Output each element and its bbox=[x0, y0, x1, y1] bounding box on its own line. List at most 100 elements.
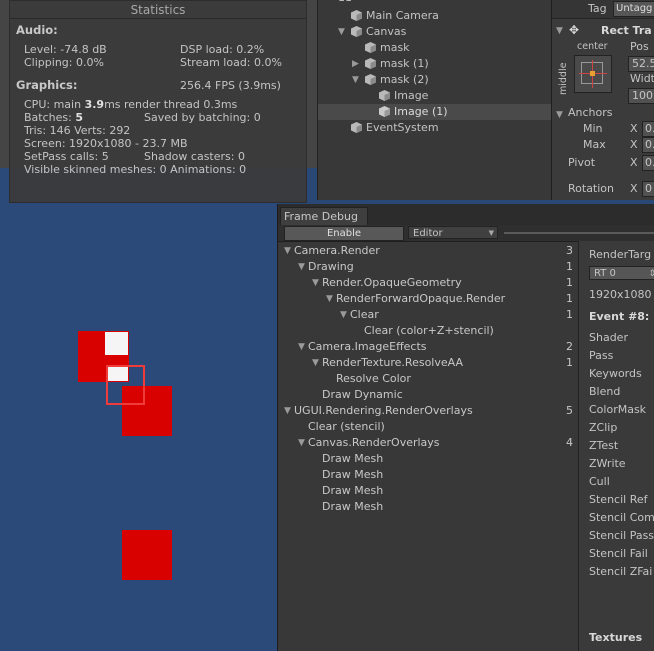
enable-button[interactable]: Enable bbox=[284, 226, 404, 241]
tree-item-count: 3 bbox=[566, 244, 573, 257]
tree-item-label: RenderTexture.ResolveAA bbox=[322, 356, 463, 369]
hierarchy-item-canvas[interactable]: ▼ Canvas bbox=[318, 24, 551, 40]
tree-item[interactable]: Draw Mesh bbox=[278, 483, 578, 499]
prop-stencil-comp: Stencil Com bbox=[589, 511, 654, 524]
textures-header: Textures bbox=[589, 631, 643, 644]
tag-label: Tag bbox=[588, 2, 607, 15]
audio-clipping: Clipping: 0.0% bbox=[24, 56, 104, 69]
pivot-x-field[interactable]: 0. bbox=[642, 155, 654, 171]
rotation-label: Rotation bbox=[568, 182, 615, 195]
gameobject-cube-icon bbox=[351, 26, 362, 37]
tree-item[interactable]: ▼ Render.OpaqueGeometry 1 bbox=[278, 275, 578, 291]
tree-item[interactable]: ▼ Clear 1 bbox=[278, 307, 578, 323]
rotation-x-field[interactable]: 0 bbox=[642, 181, 654, 197]
width-field[interactable]: 100 bbox=[628, 88, 654, 104]
tree-item-count: 1 bbox=[566, 276, 573, 289]
target-dropdown[interactable]: Editor ▼ bbox=[408, 226, 498, 239]
event-details-panel: RenderTarg RT 0 ⇕ 1920x1080 Event #8: Sh… bbox=[578, 241, 654, 651]
tree-item-label: Render.OpaqueGeometry bbox=[322, 276, 462, 289]
foldout-expanded-icon[interactable]: ▼ bbox=[298, 259, 305, 275]
tree-item[interactable]: ▼ Canvas.RenderOverlays 4 bbox=[278, 435, 578, 451]
tree-item-label: Drawing bbox=[308, 260, 354, 273]
hierarchy-item-mask-2[interactable]: ▼ mask (2) bbox=[318, 72, 551, 88]
hierarchy-item-image-1[interactable]: Image (1) bbox=[318, 104, 551, 120]
tree-item[interactable]: ▼ Camera.ImageEffects 2 bbox=[278, 339, 578, 355]
tree-item-label: RenderForwardOpaque.Render bbox=[336, 292, 506, 305]
saved-by-batching: Saved by batching: 0 bbox=[144, 111, 261, 124]
event-tree: ▼ Camera.Render 3 ▼ Drawing 1 ▼ Render.Opaque… bbox=[278, 241, 578, 651]
min-x-field[interactable]: 0. bbox=[642, 121, 654, 137]
foldout-expanded-icon[interactable]: ▼ bbox=[340, 307, 347, 323]
skinned-meshes: Visible skinned meshes: 0 Animations: 0 bbox=[24, 163, 247, 176]
tree-item-count bbox=[563, 387, 573, 403]
tab-frame-debug[interactable]: Frame Debug bbox=[280, 207, 368, 225]
render-target-label: RenderTarg bbox=[589, 248, 652, 261]
hierarchy-item-label: Image (1) bbox=[394, 105, 448, 118]
foldout-expanded-icon[interactable]: ▼ bbox=[298, 339, 305, 355]
prop-zclip: ZClip bbox=[589, 421, 618, 434]
gameobject-cube-icon bbox=[351, 122, 362, 133]
tree-item[interactable]: Resolve Color bbox=[278, 371, 578, 387]
tree-item-label: Draw Mesh bbox=[322, 500, 384, 513]
tree-item-label: Draw Mesh bbox=[322, 452, 384, 465]
gameobject-cube-icon bbox=[365, 42, 376, 53]
anchor-preset-button[interactable] bbox=[574, 55, 612, 93]
frame-debug-toolbar: Enable Editor ▼ bbox=[278, 225, 654, 242]
dropdown-arrow-icon: ▼ bbox=[488, 229, 494, 237]
foldout-expanded-icon[interactable]: ▼ bbox=[326, 291, 333, 307]
tag-dropdown[interactable]: Untagg bbox=[613, 1, 654, 17]
hierarchy-item-mask[interactable]: mask bbox=[318, 40, 551, 56]
cpu-main-value: 3.9 bbox=[84, 98, 105, 111]
gameobject-cube-icon bbox=[365, 58, 376, 69]
hierarchy-item-mask-1[interactable]: ▶ mask (1) bbox=[318, 56, 551, 72]
tree-item[interactable]: Draw Mesh bbox=[278, 451, 578, 467]
tree-item-count: 1 bbox=[566, 260, 573, 273]
foldout-expanded-icon[interactable]: ▼ bbox=[312, 275, 319, 291]
event-slider-track[interactable] bbox=[504, 232, 654, 234]
hierarchy-item-label: mask bbox=[380, 41, 410, 54]
tree-item-label: Clear bbox=[350, 308, 379, 321]
foldout-expanded-icon[interactable]: ▼ bbox=[298, 435, 305, 451]
prop-ztest: ZTest bbox=[589, 439, 619, 452]
batches-value: 5 bbox=[75, 111, 83, 124]
width-label: Widt bbox=[630, 72, 654, 85]
component-foldout-icon[interactable]: ▼ bbox=[556, 24, 563, 38]
hierarchy-item-image[interactable]: Image bbox=[318, 88, 551, 104]
tree-item[interactable]: ▼ RenderTexture.ResolveAA 1 bbox=[278, 355, 578, 371]
resolution-label: 1920x1080 bbox=[589, 288, 652, 301]
hierarchy-item-label: mask (2) bbox=[380, 73, 429, 86]
render-target-value: RT 0 bbox=[594, 268, 616, 279]
foldout-collapsed-icon[interactable]: ▶ bbox=[352, 56, 359, 72]
tree-item[interactable]: ▼ Camera.Render 3 bbox=[278, 243, 578, 259]
hierarchy-item-label: Image bbox=[394, 89, 429, 102]
prop-zwrite: ZWrite bbox=[589, 457, 626, 470]
mask-quad-3[interactable] bbox=[122, 530, 172, 580]
foldout-expanded-icon[interactable]: ▼ bbox=[338, 24, 345, 40]
hierarchy-panel: 11 Main Camera ▼ Canvas mask ▶ mask (1) … bbox=[317, 0, 551, 200]
render-target-dropdown[interactable]: RT 0 ⇕ bbox=[589, 266, 654, 280]
tree-item[interactable]: ▼ Drawing 1 bbox=[278, 259, 578, 275]
prop-stencil-fail: Stencil Fail bbox=[589, 547, 648, 560]
tree-item[interactable]: Clear (color+Z+stencil) bbox=[278, 323, 578, 339]
hierarchy-item-main-camera[interactable]: Main Camera bbox=[318, 8, 551, 24]
foldout-expanded-icon[interactable]: ▼ bbox=[312, 355, 319, 371]
tree-item[interactable]: ▼ RenderForwardOpaque.Render 1 bbox=[278, 291, 578, 307]
anchors-foldout-icon[interactable]: ▼ bbox=[556, 108, 563, 122]
foldout-expanded-icon[interactable]: ▼ bbox=[352, 72, 359, 88]
tree-item[interactable]: ▼ UGUI.Rendering.RenderOverlays 5 bbox=[278, 403, 578, 419]
max-x-field[interactable]: 0. bbox=[642, 137, 654, 153]
pos-field[interactable]: 52.5 bbox=[628, 56, 654, 72]
tree-item[interactable]: Draw Dynamic bbox=[278, 387, 578, 403]
rotation-x-axis: X bbox=[630, 182, 638, 195]
hierarchy-item-eventsystem[interactable]: EventSystem bbox=[318, 120, 551, 136]
image-quad-1[interactable] bbox=[105, 332, 128, 355]
foldout-expanded-icon[interactable]: ▼ bbox=[284, 403, 291, 419]
tree-item[interactable]: Draw Mesh bbox=[278, 467, 578, 483]
tree-item-label: Camera.Render bbox=[294, 244, 380, 257]
tree-item-label: Clear (color+Z+stencil) bbox=[364, 324, 494, 337]
foldout-expanded-icon[interactable]: ▼ bbox=[284, 243, 291, 259]
rect-transform-header[interactable]: Rect Tra bbox=[601, 24, 652, 38]
tree-item[interactable]: Clear (stencil) bbox=[278, 419, 578, 435]
tris-verts: Tris: 146 Verts: 292 bbox=[24, 124, 131, 137]
tree-item[interactable]: Draw Mesh bbox=[278, 499, 578, 515]
